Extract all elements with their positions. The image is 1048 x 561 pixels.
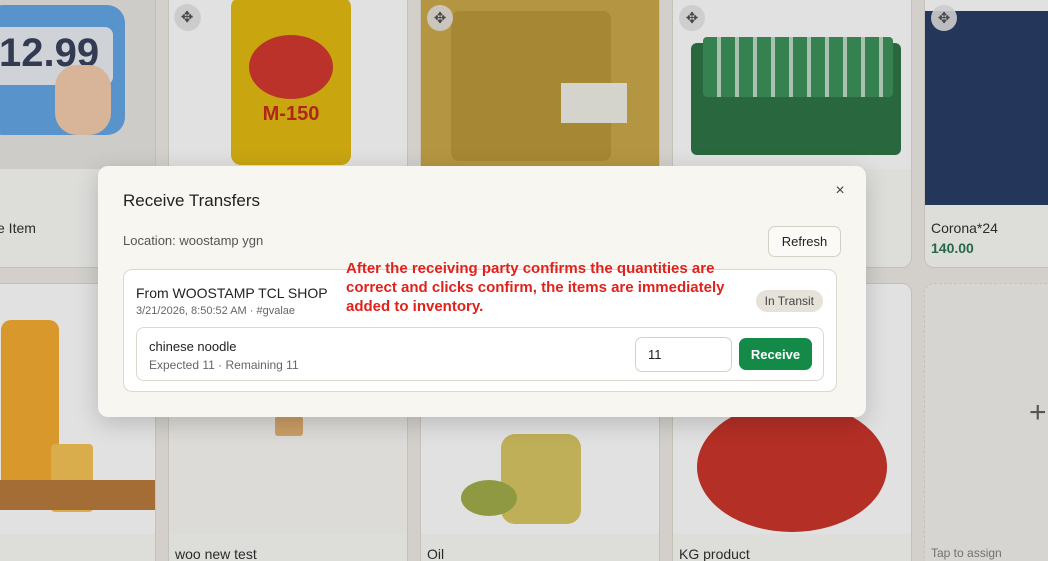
transfer-line-item: chinese noodle Expected 11 · Remaining 1… (136, 327, 824, 381)
location-label: Location: woostamp ygn (123, 233, 264, 248)
annotation-text: After the receiving party confirms the q… (346, 260, 725, 315)
dialog-title: Receive Transfers (123, 191, 260, 210)
transfer-source: From WOOSTAMP TCL SHOP (136, 285, 328, 301)
receive-button[interactable]: Receive (739, 338, 812, 370)
close-icon[interactable]: × (832, 183, 848, 199)
item-quantity-details: Expected 11 · Remaining 11 (149, 358, 299, 372)
quantity-input[interactable] (635, 337, 732, 372)
transfer-meta: 3/21/2026, 8:50:52 AM · #gvalae (136, 305, 296, 317)
refresh-button[interactable]: Refresh (768, 226, 841, 257)
item-name: chinese noodle (149, 339, 237, 354)
